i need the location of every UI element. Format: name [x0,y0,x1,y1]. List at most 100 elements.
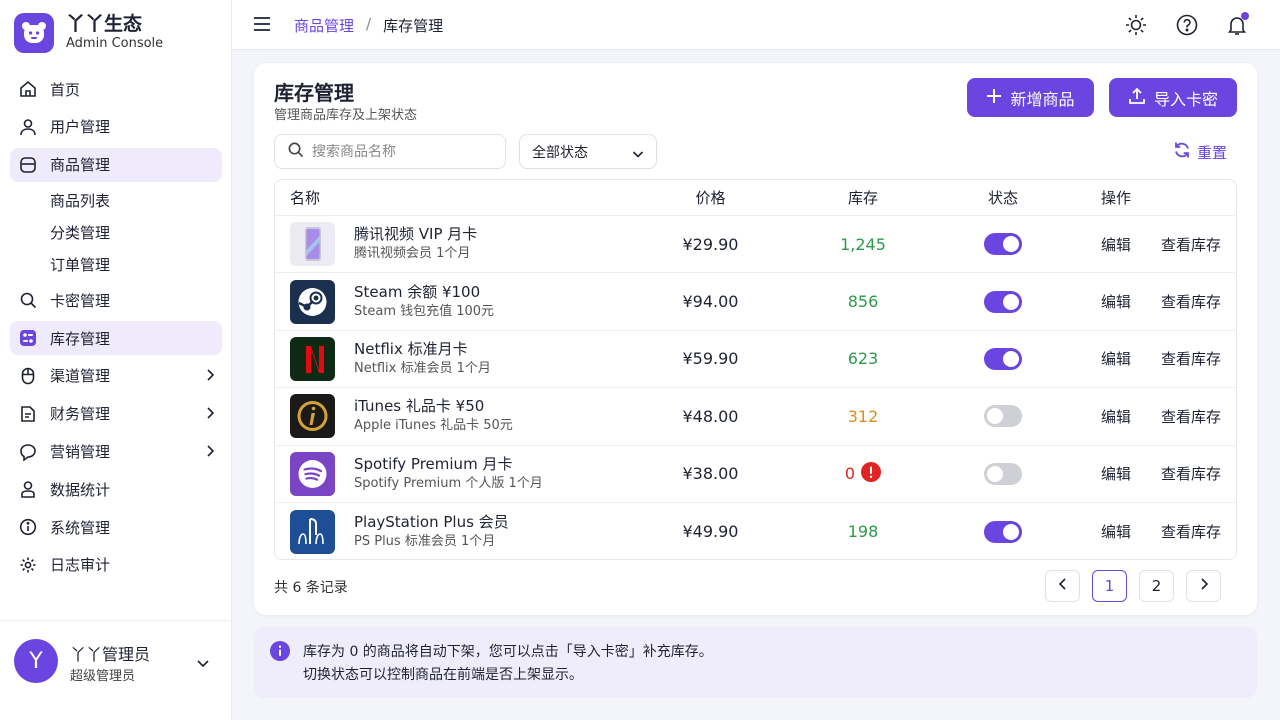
sidebar-item-home[interactable]: 首页 [10,72,222,106]
product-box-icon [18,155,38,175]
add-product-button[interactable]: 新增商品 [967,78,1094,117]
notice-line-1: 库存为 0 的商品将自动下架，您可以点击「导入卡密」补充库存。 [303,644,713,660]
user-role: 超级管理员 [70,669,136,684]
price-cell: ¥48.00 [682,406,739,426]
product-cell: 腾讯视频 VIP 月卡 腾讯视频会员 1个月 [275,222,638,267]
help-icon[interactable] [1174,12,1200,38]
status-toggle[interactable] [984,290,1022,313]
table-row: Netflix 标准月卡 Netflix 标准会员 1个月 ¥59.90 623 编辑 查… [275,331,1236,389]
stock-value: 856 [847,292,879,312]
sidebar-item-audit[interactable]: 日志审计 [10,548,222,582]
sidebar-item-inventory[interactable]: 库存管理 [10,321,222,356]
search-field[interactable] [274,134,506,169]
sun-icon[interactable] [1123,12,1149,38]
user-profile[interactable]: Y 丫丫管理员 超级管理员 [0,620,232,720]
price-cell: ¥49.90 [682,522,739,542]
sidebar-item-label: 库存管理 [50,329,111,348]
reset-label: 重置 [1197,143,1228,162]
status-toggle[interactable] [984,462,1022,485]
sidebar-item-system[interactable]: 系统管理 [10,510,222,544]
sidebar-item-stats[interactable]: 数据统计 [10,472,222,506]
status-select-value: 全部状态 [532,144,588,161]
product-cell: Netflix 标准月卡 Netflix 标准会员 1个月 [275,336,638,381]
inventory-table: 名称 价格 库存 状态 操作 腾讯视频 VIP 月卡 腾讯视频会员 1个月 ¥29.… [274,179,1237,560]
view-stock-link[interactable]: 查看库存 [1161,291,1221,312]
sidebar-item-users[interactable]: 用户管理 [10,110,222,144]
status-toggle[interactable] [984,347,1022,370]
total-records: 共 6 条记录 [274,580,348,596]
product-desc: 腾讯视频会员 1个月 [354,246,471,262]
reset-button[interactable]: 重置 [1173,141,1227,163]
sidebar-item-products[interactable]: 商品管理 [10,147,222,182]
status-toggle[interactable] [984,233,1022,256]
edit-link[interactable]: 编辑 [1101,234,1131,255]
view-stock-link[interactable]: 查看库存 [1161,406,1221,427]
page-button-2[interactable]: 2 [1139,570,1174,602]
chevron-right-icon [1199,577,1209,595]
bell-icon[interactable] [1224,12,1250,38]
view-stock-link[interactable]: 查看库存 [1161,234,1221,255]
brand-name: 丫丫生态 [66,13,143,35]
prev-page-button[interactable] [1045,570,1080,602]
sidebar-item-label: 日志审计 [50,556,111,575]
notification-dot [1241,12,1249,20]
breadcrumb-current: 库存管理 [383,17,444,35]
sidebar-item-label: 卡密管理 [50,291,111,310]
view-stock-link[interactable]: 查看库存 [1161,348,1221,369]
product-desc: PS Plus 标准会员 1个月 [354,533,496,549]
sidebar-item-label: 财务管理 [50,405,111,424]
breadcrumb-parent[interactable]: 商品管理 [294,15,354,36]
product-desc: Netflix 标准会员 1个月 [354,360,491,376]
menu-icon[interactable] [252,14,272,38]
sidebar-item-finance[interactable]: 财务管理 [10,397,222,431]
notice-line-2: 切换状态可以控制商品在前端是否上架显示。 [303,667,583,683]
chat-bubble-icon [18,442,38,462]
brand[interactable]: 丫丫生态 Admin Console [14,13,163,53]
stock-value: 0 [844,464,856,484]
column-name: 名称 [290,189,321,207]
page-subtitle: 管理商品库存及上架状态 [274,108,418,123]
toggle-knob [1003,350,1019,367]
stock-value: 623 [847,349,879,369]
inventory-icon [18,328,38,348]
user-name: 丫丫管理员 [70,645,151,664]
netflix-icon [290,336,335,381]
edit-link[interactable]: 编辑 [1101,521,1131,542]
home-icon [18,79,38,99]
sidebar-item-cards[interactable]: 卡密管理 [10,283,222,317]
stock-cell: 856 [783,292,943,311]
edit-link[interactable]: 编辑 [1101,463,1131,484]
view-stock-link[interactable]: 查看库存 [1161,521,1221,542]
edit-link[interactable]: 编辑 [1101,406,1131,427]
toggle-knob [1003,236,1019,253]
column-status: 状态 [987,189,1018,207]
page-button-1[interactable]: 1 [1092,570,1127,602]
status-toggle[interactable] [984,405,1022,428]
sidebar-item-marketing[interactable]: 营销管理 [10,435,222,469]
product-cell: Steam 余额 ¥100 Steam 钱包充值 100元 [275,279,638,324]
page-title: 库存管理 [274,81,354,105]
ops-cell: 编辑 查看库存 [1063,234,1236,255]
product-desc: Steam 钱包充值 100元 [354,303,495,319]
status-cell [943,520,1063,543]
sidebar-subitem-category[interactable]: 分类管理 [10,217,222,249]
status-select[interactable]: 全部状态 [519,134,657,169]
column-ops: 操作 [1101,189,1132,207]
next-page-button[interactable] [1186,570,1221,602]
sidebar-subitem-product-list[interactable]: 商品列表 [10,185,222,217]
import-cards-button[interactable]: 导入卡密 [1109,78,1237,117]
sidebar-item-channels[interactable]: 渠道管理 [10,359,222,393]
edit-link[interactable]: 编辑 [1101,348,1131,369]
chevron-down-icon[interactable] [196,654,210,673]
stock-cell: 312 [783,407,943,426]
alert-icon [861,461,882,486]
sidebar-subitem-orders[interactable]: 订单管理 [10,249,222,281]
edit-link[interactable]: 编辑 [1101,291,1131,312]
itunes-icon [290,394,335,439]
status-toggle[interactable] [984,520,1022,543]
view-stock-link[interactable]: 查看库存 [1161,463,1221,484]
search-input[interactable] [312,143,492,160]
ops-cell: 编辑 查看库存 [1063,406,1236,427]
price-cell: ¥59.90 [682,349,739,369]
brand-subtitle: Admin Console [66,36,164,51]
